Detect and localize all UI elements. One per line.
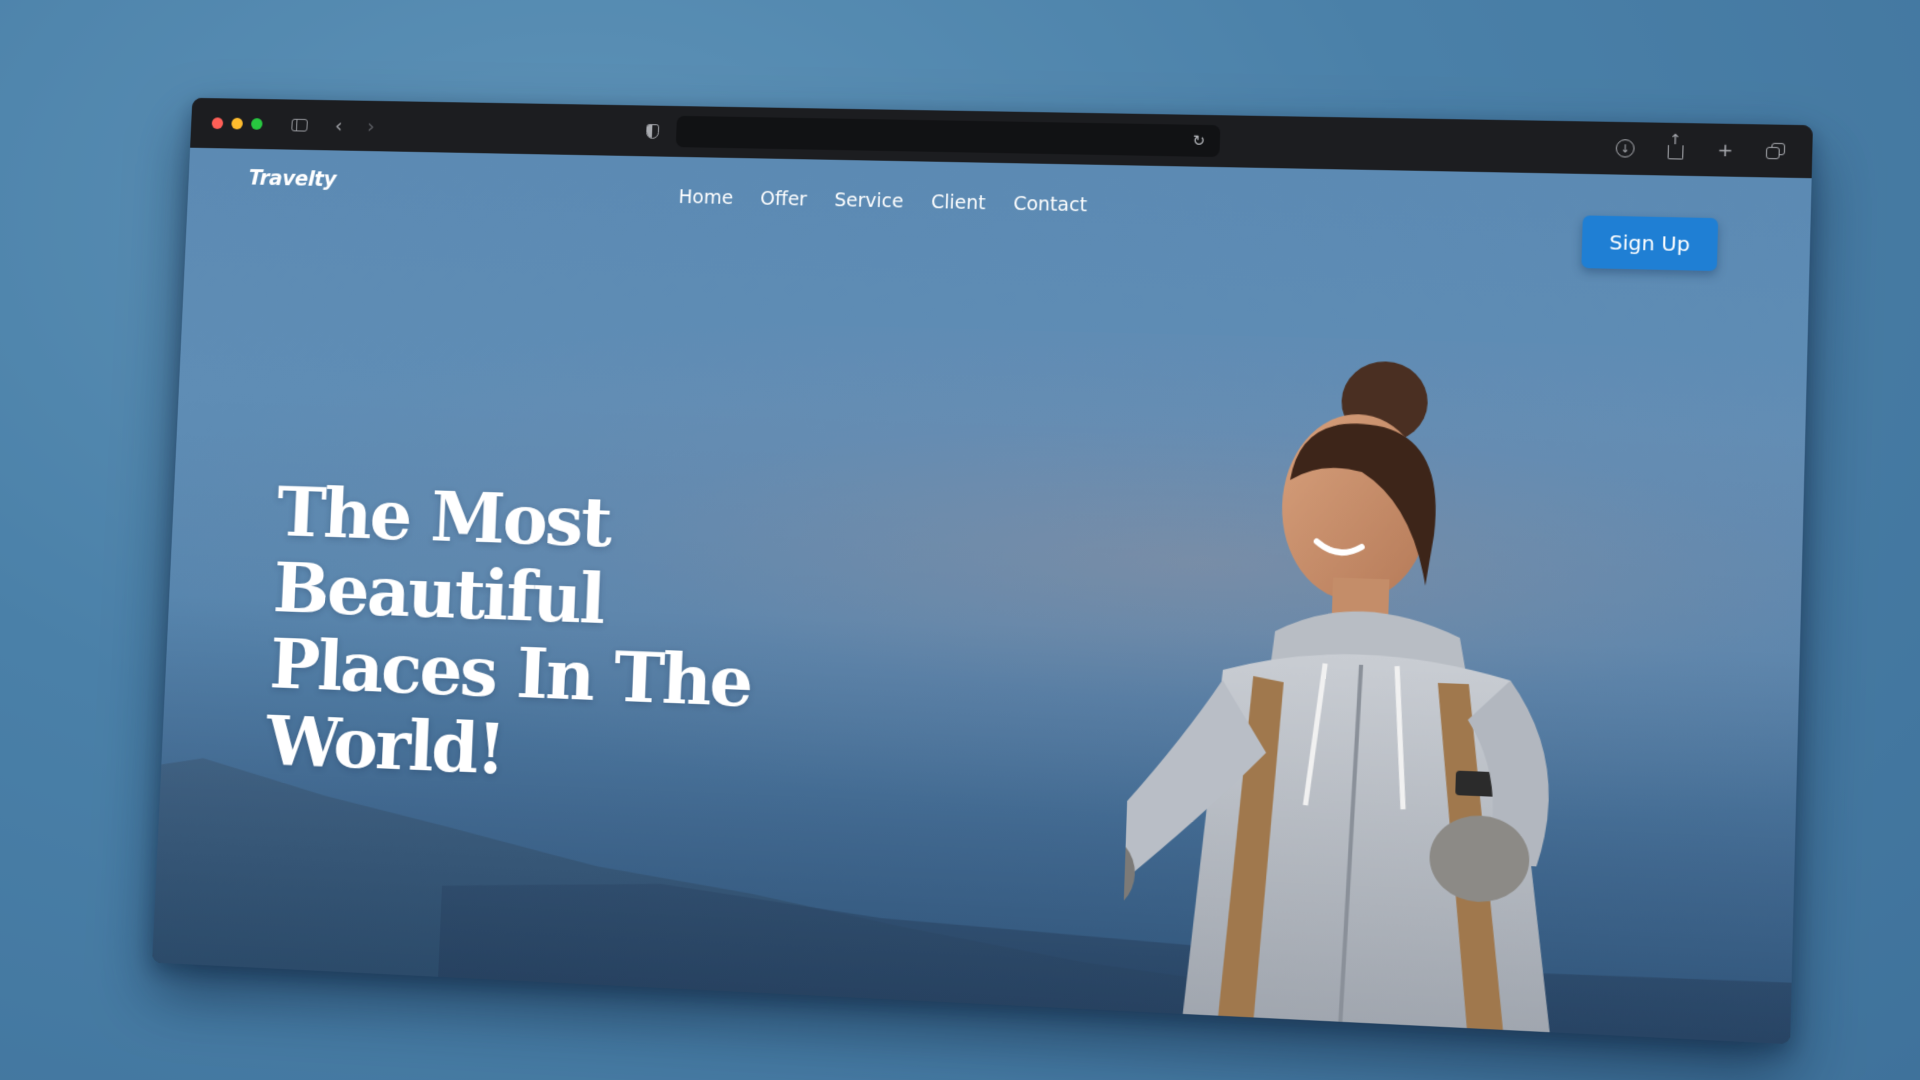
sign-up-button[interactable]: Sign Up: [1581, 215, 1719, 272]
desktop-background: ‹ › ↻ ↓ +: [0, 0, 1920, 1080]
toolbar-actions: ↓ +: [1611, 135, 1789, 165]
main-navigation: Home Offer Service Client Contact: [678, 186, 1087, 216]
hero-title-line-1: The Most Beautiful: [271, 470, 612, 640]
hero-title-line-3: World!: [264, 698, 506, 791]
chevron-left-icon[interactable]: ‹: [326, 113, 352, 139]
sidebar-toggle-icon[interactable]: [286, 112, 312, 137]
download-icon[interactable]: ↓: [1611, 135, 1639, 162]
url-input[interactable]: [676, 123, 1186, 149]
window-controls: [211, 117, 263, 130]
reload-icon[interactable]: ↻: [1185, 128, 1212, 154]
tabs-icon[interactable]: [1762, 138, 1790, 165]
nav-link-offer[interactable]: Offer: [760, 188, 807, 211]
shield-icon[interactable]: [639, 118, 665, 144]
plus-icon[interactable]: +: [1711, 137, 1739, 164]
hero-title: The Most Beautiful Places In The World!: [264, 470, 898, 805]
web-page: Travelty Home Offer Service Client Conta…: [152, 147, 1812, 1045]
browser-window: ‹ › ↻ ↓ +: [152, 97, 1813, 1045]
site-logo[interactable]: Travelty: [248, 166, 337, 191]
hero-image-hiker: [1119, 325, 1676, 1045]
chevron-right-icon[interactable]: ›: [358, 113, 384, 139]
share-icon[interactable]: [1661, 136, 1689, 163]
minimize-window-button[interactable]: [231, 117, 244, 130]
zoom-window-button[interactable]: [250, 118, 263, 130]
close-window-button[interactable]: [211, 117, 224, 130]
nav-link-client[interactable]: Client: [931, 191, 986, 214]
nav-link-service[interactable]: Service: [834, 189, 904, 212]
address-bar[interactable]: ↻: [675, 115, 1221, 158]
history-navigation: ‹ ›: [326, 113, 384, 139]
nav-link-contact[interactable]: Contact: [1013, 193, 1087, 216]
nav-link-home[interactable]: Home: [678, 186, 733, 209]
